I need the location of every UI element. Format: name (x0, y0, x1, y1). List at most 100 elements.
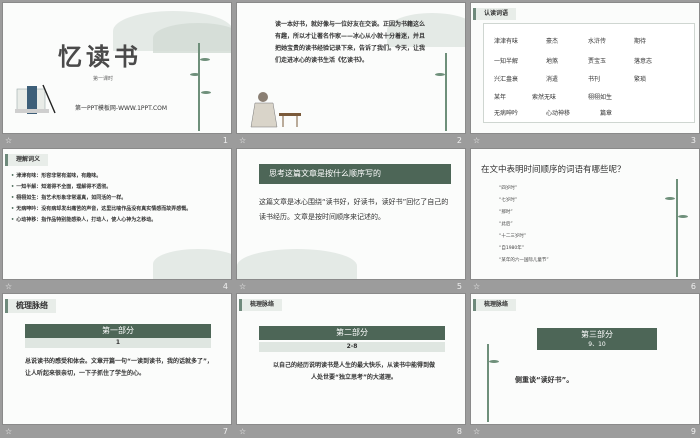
section-tag: 梳理脉络 (239, 299, 283, 311)
slide-canvas: 读一本好书，就好像与一位好友在交谈。正因为书籍这么有趣，所以才让著名作家——冰心… (236, 2, 466, 134)
slide-number: 3 (690, 136, 696, 145)
leaf-decoration (201, 91, 211, 94)
bamboo-decoration (676, 179, 678, 277)
part-summary: 侧重谈“读好书”。 (515, 376, 574, 384)
slide-canvas: 梳理脉络 第一部分 1 总说读书的感受和体会。文章开篇一句“一读到读书，我的话就… (2, 293, 232, 425)
vocab-word: 一知半解 (494, 58, 519, 65)
answer-text: 这篇文章是冰心围绕“读书好，好读书，读好书”回忆了自己的读书经历。文章是按时间顺… (259, 198, 449, 221)
slide-number: 6 (690, 282, 696, 291)
part-range: 1 (25, 338, 211, 348)
leaf-decoration (678, 215, 688, 218)
slide-thumbnail-2[interactable]: 读一本好书，就好像与一位好友在交谈。正因为书籍这么有趣，所以才让著名作家——冰心… (236, 2, 466, 147)
definition-item: • 一知半解：知道得不全面，理解得不透彻。 (11, 184, 112, 190)
slide-transition-icon: ☆ (473, 282, 481, 291)
slide-caption: ☆ 1 (2, 134, 232, 147)
part-banner: 第一部分 (25, 324, 211, 338)
vocab-word: 心动神移 (546, 110, 571, 117)
time-word: “那时” (499, 210, 513, 215)
slide-transition-icon: ☆ (239, 282, 247, 291)
vocab-word: 无病呻吟 (494, 110, 519, 117)
question-banner: 思考这篇文章是按什么顺序写的 (259, 164, 451, 184)
vocab-word: 期待 (634, 38, 647, 45)
time-word: “某年的六一国际儿童节” (499, 258, 549, 263)
slide-thumbnail-8[interactable]: 梳理脉络 第二部分 2-8 以自己的经历说明读书是人生的最大快乐，从读书中能得到… (236, 293, 466, 438)
slide-canvas: 梳理脉络 第三部分 9、10 侧重谈“读好书”。 (470, 293, 700, 425)
part-summary: 总说读书的感受和体会。文章开篇一句“一读到读书，我的话就多了”，让人听起来很亲切… (25, 358, 213, 377)
slide-thumbnail-5[interactable]: 思考这篇文章是按什么顺序写的 这篇文章是冰心围绕“读书好，好读书，读好书”回忆了… (236, 148, 466, 293)
part-range: 9、10 (537, 340, 657, 350)
slide-canvas: 忆读书 第一课时 第一PPT模板网-WWW.1PPT.COM (2, 2, 232, 134)
bamboo-decoration (445, 53, 447, 131)
slide-thumbnail-9[interactable]: 梳理脉络 第三部分 9、10 侧重谈“读好书”。 ☆ 9 (470, 293, 700, 438)
slide-canvas: 在文中表明时间顺序的词语有哪些呢？ “四岁时” “七岁时” “那时” “此后” … (470, 148, 700, 280)
slide-title: 忆读书 (58, 42, 142, 71)
vocab-word: 索然无味 (532, 94, 557, 101)
section-tag: 梳理脉络 (5, 299, 56, 313)
vocab-word: 贾宝玉 (588, 58, 607, 65)
vocab-word: 地煞 (546, 58, 559, 65)
section-tag: 认读词语 (473, 8, 517, 20)
slide-number: 4 (222, 282, 228, 291)
slide-caption: ☆ 9 (470, 425, 700, 438)
slide-thumbnail-6[interactable]: 在文中表明时间顺序的词语有哪些呢？ “四岁时” “七岁时” “那时” “此后” … (470, 148, 700, 293)
slide-thumbnail-4[interactable]: 理解词义 • 津津有味：形容非常有滋味，有趣味。 • 一知半解：知道得不全面，理解得… (2, 148, 232, 293)
slide-caption: ☆ 2 (236, 134, 466, 147)
vocab-word: 津津有味 (494, 38, 519, 45)
vocab-word: 篇章 (600, 110, 613, 117)
slide-number: 5 (456, 282, 462, 291)
book-scroll-image (13, 83, 59, 117)
mountain-decoration (153, 249, 231, 279)
vocab-word: 繁琐 (634, 76, 647, 83)
slide-caption: ☆ 4 (2, 280, 232, 293)
time-word: “此后” (499, 222, 513, 227)
mountain-decoration (237, 249, 357, 279)
vocab-word: 栩栩如生 (588, 94, 613, 101)
slide-transition-icon: ☆ (5, 136, 13, 145)
section-tag: 理解词义 (5, 154, 49, 166)
vocab-word: 兴汇盎衰 (494, 76, 519, 83)
vocab-word: 书刊 (588, 76, 601, 83)
slide-title: 在文中表明时间顺序的词语有哪些呢？ (481, 165, 626, 175)
time-word: “自1980年” (499, 246, 525, 251)
reading-figure-image (245, 87, 305, 131)
leaf-decoration (435, 73, 445, 76)
slide-number: 7 (222, 427, 228, 436)
slide-caption: ☆ 3 (470, 134, 700, 147)
slide-caption: ☆ 5 (236, 280, 466, 293)
definition-item: • 心动神移：指作品特别能感染人，打动人，使人心神为之移动。 (11, 217, 157, 223)
bamboo-decoration (198, 43, 200, 131)
leaf-decoration (665, 197, 675, 200)
slide-canvas: 思考这篇文章是按什么顺序写的 这篇文章是冰心围绕“读书好，好读书，读好书”回忆了… (236, 148, 466, 280)
slide-body-text: 读一本好书，就好像与一位好友在交谈。正因为书籍这么有趣，所以才让著名作家——冰心… (275, 21, 426, 64)
definition-item: • 栩栩如生：指艺术形象非常逼真，如同活的一样。 (11, 195, 127, 201)
mountain-decoration (153, 23, 231, 53)
brand-text: 第一PPT模板网-WWW.1PPT.COM (75, 105, 168, 112)
definition-item: • 无病呻吟：没有病却发出痛苦的声音，这里比喻作品没有真实情感而故弄感慨。 (11, 206, 192, 212)
part-summary: 以自己的经历说明读书是人生的最大快乐，从读书中能得到做人处世要“独立思考”的大道… (272, 362, 435, 381)
slide-thumbnail-1[interactable]: 忆读书 第一课时 第一PPT模板网-WWW.1PPT.COM ☆ 1 (2, 2, 232, 147)
slide-canvas: 理解词义 • 津津有味：形容非常有滋味，有趣味。 • 一知半解：知道得不全面，理解得… (2, 148, 232, 280)
slide-number: 9 (690, 427, 696, 436)
slide-number: 1 (222, 136, 228, 145)
bamboo-decoration (487, 344, 489, 422)
slide-transition-icon: ☆ (239, 136, 247, 145)
slide-transition-icon: ☆ (239, 427, 247, 436)
vocab-word: 消遣 (546, 76, 559, 83)
slide-transition-icon: ☆ (473, 136, 481, 145)
definition-list: • 津津有味：形容非常有滋味，有趣味。 • 一知半解：知道得不全面，理解得不透彻。 … (11, 171, 221, 226)
vocab-word: 落意志 (634, 58, 653, 65)
time-word: “七岁时” (499, 198, 518, 203)
slide-caption: ☆ 8 (236, 425, 466, 438)
slide-number: 2 (456, 136, 462, 145)
slide-thumbnail-7[interactable]: 梳理脉络 第一部分 1 总说读书的感受和体会。文章开篇一句“一读到读书，我的话就… (2, 293, 232, 438)
time-word: “十二三岁时” (499, 234, 527, 239)
section-tag: 梳理脉络 (473, 299, 517, 311)
slide-thumbnail-3[interactable]: 认读词语 津津有味 豪杰 水浒传 期待 一知半解 地煞 贾宝玉 落意志 兴汇盎衰… (470, 2, 700, 147)
part-banner: 第二部分 (259, 326, 445, 340)
leaf-decoration (190, 73, 200, 76)
slide-caption: ☆ 7 (2, 425, 232, 438)
slide-caption: ☆ 6 (470, 280, 700, 293)
slide-number: 8 (456, 427, 462, 436)
slide-canvas: 梳理脉络 第二部分 2-8 以自己的经历说明读书是人生的最大快乐，从读书中能得到… (236, 293, 466, 425)
leaf-decoration (200, 58, 210, 61)
